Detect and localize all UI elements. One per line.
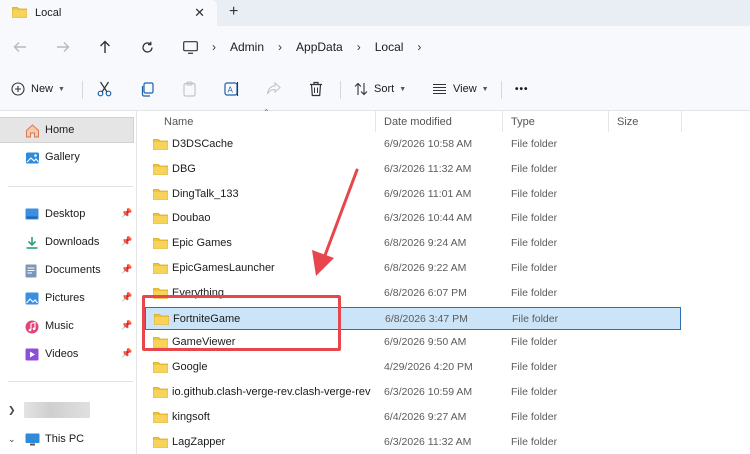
annotation-arrow [312, 168, 359, 276]
